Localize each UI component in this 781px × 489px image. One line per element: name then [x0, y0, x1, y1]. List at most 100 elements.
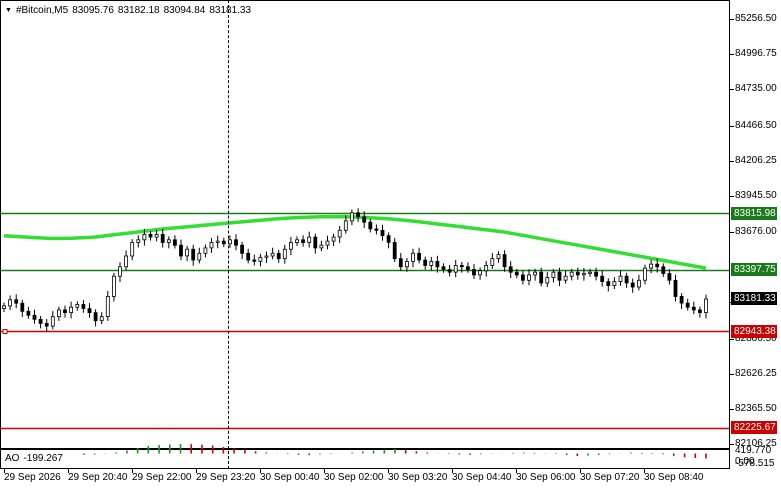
price-tick-label: 82365.50 [735, 403, 777, 415]
candle [411, 248, 415, 268]
price-tick [730, 19, 734, 20]
candle [478, 267, 483, 280]
candle [447, 265, 452, 277]
candle [57, 306, 61, 321]
candle [295, 236, 299, 246]
candle [356, 208, 361, 222]
time-tick-label: 30 Sep 07:20 [580, 472, 640, 483]
price-chart[interactable] [0, 0, 730, 449]
candle [618, 270, 623, 286]
price-tick [730, 125, 734, 127]
candle [527, 269, 531, 286]
chart-window[interactable]: ▼ #Bitcoin,M5 83095.76 83182.18 83094.84… [0, 0, 781, 489]
candle [673, 274, 678, 302]
time-tick-label: 30 Sep 03:20 [388, 472, 448, 483]
candle [93, 309, 98, 327]
candle [698, 306, 702, 318]
price-tick-label: 84466.50 [735, 119, 777, 131]
time-tick-label: 30 Sep 06:00 [516, 472, 576, 483]
price-tick-label: 83945.50 [735, 189, 777, 201]
level-price-badge: 83815.98 [731, 206, 777, 220]
collapse-triangle-icon[interactable]: ▼ [5, 5, 12, 16]
candle [679, 293, 684, 309]
candle [575, 267, 580, 280]
candle [166, 236, 171, 249]
level-price-badge: 82225.67 [731, 421, 777, 435]
candle [667, 269, 672, 285]
candle [148, 231, 153, 241]
candle [246, 248, 251, 264]
candle [69, 301, 73, 319]
candle [441, 263, 446, 273]
candle [337, 225, 342, 243]
candle [87, 303, 92, 318]
candle [349, 209, 354, 226]
candle [14, 294, 19, 309]
price-tick-label: 84206.25 [735, 154, 777, 166]
candle [661, 263, 666, 277]
time-tick-label: 30 Sep 08:40 [644, 472, 704, 483]
price-chart-canvas[interactable] [0, 0, 730, 449]
candle [288, 236, 293, 255]
candle [50, 311, 55, 330]
crosshair-line [228, 0, 229, 469]
ao-indicator-panel[interactable] [0, 444, 730, 469]
candle [643, 264, 647, 285]
candle [63, 305, 67, 318]
price-tick [730, 444, 734, 445]
candle [130, 239, 135, 261]
candle [313, 233, 318, 254]
candle [221, 237, 226, 248]
candle [331, 233, 336, 247]
candle [612, 277, 617, 289]
candle [301, 235, 306, 247]
candle [234, 234, 238, 251]
candle [160, 228, 165, 248]
ao-histogram [83, 444, 707, 459]
high-price: 83182.18 [117, 5, 160, 16]
ao-tick-label: -578.515 [735, 458, 775, 469]
candle [637, 274, 641, 291]
candle [136, 235, 141, 248]
candle [99, 312, 104, 325]
candle [624, 272, 629, 288]
candle [386, 232, 391, 249]
time-tick-label: 29 Sep 2026 [4, 472, 61, 483]
candle [112, 272, 116, 302]
candle [630, 278, 635, 293]
price-tick [730, 195, 734, 197]
candle [429, 256, 434, 271]
price-tick [730, 409, 734, 411]
candle [124, 250, 128, 271]
open-price: 83095.76 [72, 5, 114, 16]
candle [282, 244, 287, 264]
candle [203, 244, 208, 258]
candle [545, 272, 550, 288]
level-price-badge: 82943.38 [731, 324, 777, 338]
candle [594, 267, 598, 281]
candle [704, 294, 708, 319]
price-tick-label: 83676.00 [735, 226, 777, 238]
level-anchor[interactable] [2, 329, 8, 334]
candle [374, 224, 379, 235]
candle [319, 240, 324, 252]
symbol-header: ▼ #Bitcoin,M5 83095.76 83182.18 83094.84… [5, 5, 251, 16]
level-price-badge: 83397.75 [731, 263, 777, 277]
candle [154, 229, 159, 242]
candle [75, 301, 80, 311]
price-tick-label: 84996.75 [735, 48, 777, 60]
candle [368, 218, 373, 233]
price-tick [730, 373, 734, 375]
candle [32, 309, 37, 324]
time-tick-label: 29 Sep 23:20 [196, 472, 256, 483]
candle [380, 224, 385, 241]
candle [270, 247, 275, 260]
candle [252, 254, 257, 266]
candle [472, 263, 476, 279]
close-price: 83181.33 [209, 5, 252, 16]
current-price-badge: 83181.33 [731, 292, 777, 306]
candle [508, 261, 513, 278]
price-tick [730, 338, 734, 340]
low-price: 83094.84 [163, 5, 206, 16]
candle [600, 270, 605, 287]
